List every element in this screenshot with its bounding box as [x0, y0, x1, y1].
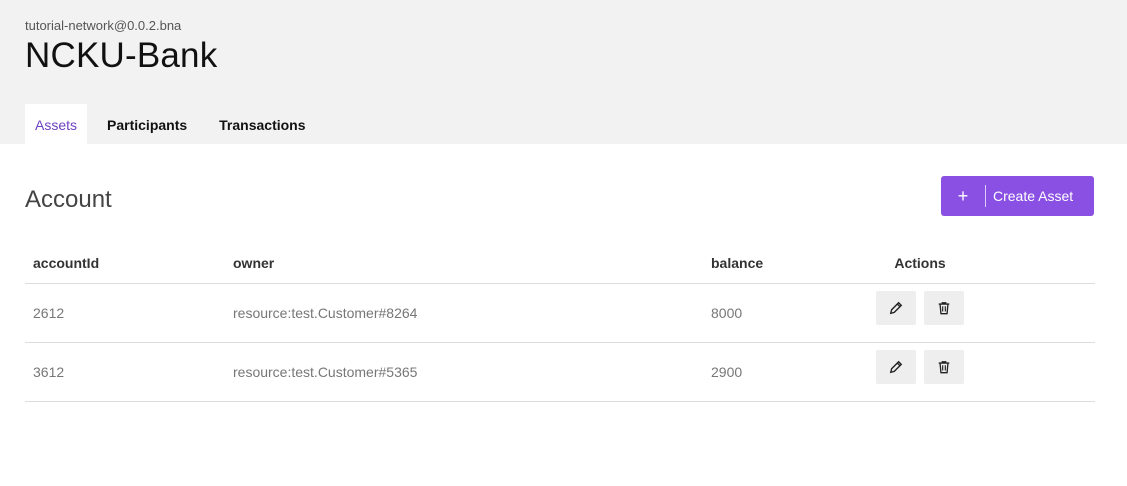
tab-transactions[interactable]: Transactions: [207, 104, 317, 144]
cell-actions: [828, 342, 1012, 402]
cell-owner: resource:test.Customer#5365: [225, 342, 703, 402]
create-asset-label: Create Asset: [993, 188, 1074, 204]
table-header-row: accountId owner balance Actions: [25, 243, 1095, 284]
asset-table: accountId owner balance Actions 2612 res…: [25, 243, 1095, 402]
app-title: NCKU-Bank: [25, 36, 218, 75]
tab-participants[interactable]: Participants: [95, 104, 199, 144]
edit-button[interactable]: [876, 349, 916, 384]
cell-actions: [828, 283, 1012, 343]
edit-button[interactable]: [876, 290, 916, 325]
edit-icon: [889, 301, 903, 314]
table-row: 2612 resource:test.Customer#8264 8000: [25, 283, 1095, 343]
column-header-balance: balance: [703, 243, 828, 284]
cell-accountid: 2612: [25, 283, 225, 343]
cell-spacer: [1012, 283, 1095, 343]
cell-balance: 2900: [703, 342, 828, 402]
page-title: Account: [25, 186, 112, 213]
network-name: tutorial-network@0.0.2.bna: [25, 18, 182, 33]
cell-spacer: [1012, 342, 1095, 402]
delete-button[interactable]: [924, 290, 964, 325]
cell-owner: resource:test.Customer#8264: [225, 283, 703, 343]
delete-button[interactable]: [924, 349, 964, 384]
delete-icon: [938, 360, 950, 373]
column-header-owner: owner: [225, 243, 703, 284]
edit-icon: [889, 360, 903, 373]
delete-icon: [938, 301, 950, 314]
create-asset-button[interactable]: + Create Asset: [941, 176, 1094, 216]
tab-bar: Assets Participants Transactions: [25, 104, 318, 144]
cell-balance: 8000: [703, 283, 828, 343]
plus-icon: +: [957, 186, 969, 206]
cell-accountid: 3612: [25, 342, 225, 402]
table-row: 3612 resource:test.Customer#5365 2900: [25, 342, 1095, 402]
column-header-actions: Actions: [828, 243, 1012, 284]
column-header-spacer: [1012, 243, 1095, 284]
app-header: tutorial-network@0.0.2.bna NCKU-Bank Ass…: [0, 0, 1127, 144]
column-header-accountid: accountId: [25, 243, 225, 284]
tab-assets[interactable]: Assets: [25, 104, 88, 144]
